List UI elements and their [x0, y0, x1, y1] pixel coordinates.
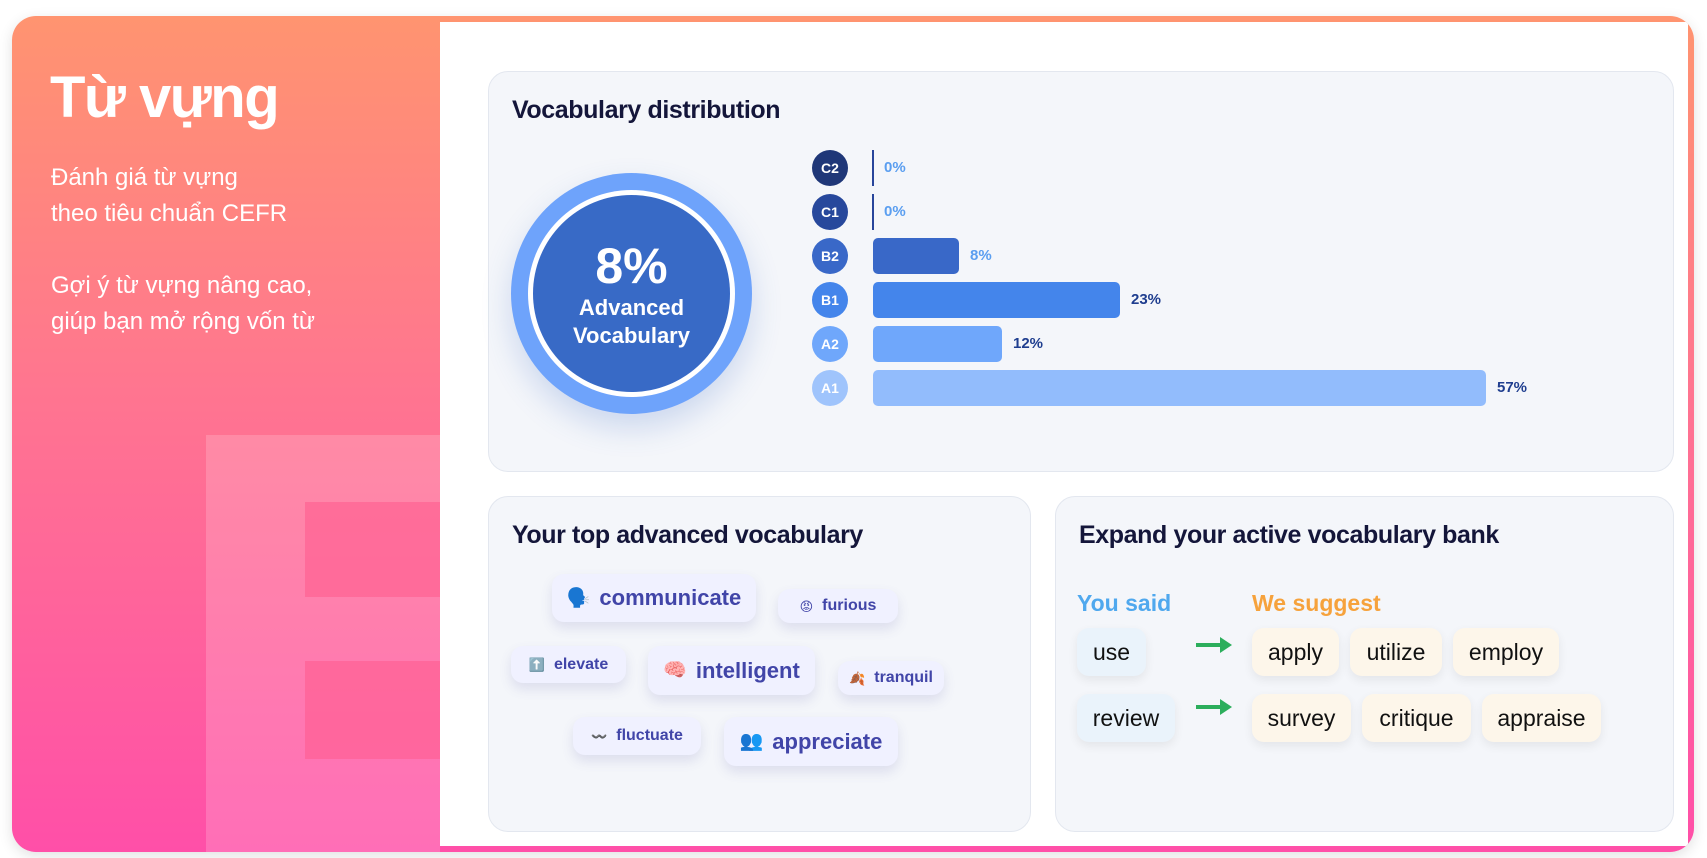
- people-icon: 👥: [739, 731, 764, 752]
- level-row-b1: B1 23%: [812, 282, 1612, 318]
- vocab-chip-furious[interactable]: 😡 furious: [778, 589, 898, 623]
- right-arrow-icon: [1196, 699, 1232, 715]
- vocab-chip-label: fluctuate: [616, 727, 683, 744]
- level-row-c2: C2 0%: [812, 150, 1612, 186]
- advanced-percentage: 8%: [595, 237, 668, 294]
- brain-icon: 🧠: [663, 660, 687, 681]
- suggested-word[interactable]: utilize: [1350, 628, 1442, 676]
- vocab-chip-communicate[interactable]: 🗣️ communicate: [552, 574, 756, 622]
- vocab-chip-tranquil[interactable]: 🍂 tranquil: [838, 661, 944, 695]
- sidebar-description-line: Gợi ý từ vựng nâng cao,: [51, 272, 313, 299]
- level-badge: A2: [812, 326, 848, 362]
- page-title: Từ vựng: [50, 65, 280, 130]
- level-row-b2: B2 8%: [812, 238, 1612, 274]
- angry-face-icon: 😡: [799, 598, 814, 614]
- expand-vocabulary-title: Expand your active vocabulary bank: [1079, 521, 1499, 549]
- vocabulary-distribution-card: Vocabulary distribution 8% Advanced Voca…: [488, 71, 1674, 472]
- sidebar-description-line: Đánh giá từ vựng: [51, 164, 238, 191]
- vocab-chip-label: communicate: [599, 585, 742, 610]
- level-badge: A1: [812, 370, 848, 406]
- you-said-heading: You said: [1077, 590, 1172, 616]
- we-suggest-heading: We suggest: [1252, 590, 1381, 616]
- suggested-word[interactable]: survey: [1252, 694, 1351, 742]
- right-arrow-icon: [1196, 637, 1232, 653]
- suggested-word[interactable]: critique: [1362, 694, 1471, 742]
- speaking-head-icon: 🗣️: [566, 587, 591, 609]
- level-row-c1: C1 0%: [812, 194, 1612, 230]
- sidebar-description-line: giúp bạn mở rộng vốn từ: [51, 308, 315, 335]
- sidebar-description-line: theo tiêu chuẩn CEFR: [51, 200, 288, 227]
- app-frame: Từ vựng Đánh giá từ vựng theo tiêu chuẩn…: [12, 16, 1694, 852]
- level-bar: [873, 326, 1002, 362]
- sidebar-description-suggest: Gợi ý từ vựng nâng cao, giúp bạn mở rộng…: [51, 268, 315, 340]
- top-vocabulary-card: Your top advanced vocabulary 🗣️ communica…: [488, 496, 1031, 832]
- vocab-chip-intelligent[interactable]: 🧠 intelligent: [648, 646, 815, 695]
- level-badge: B1: [812, 282, 848, 318]
- level-percentage: 8%: [970, 247, 992, 264]
- level-badge: C1: [812, 194, 848, 230]
- level-bar: [872, 194, 874, 230]
- vocab-chip-label: furious: [822, 597, 877, 614]
- top-vocabulary-title: Your top advanced vocabulary: [512, 521, 863, 549]
- sidebar-description-cefr: Đánh giá từ vựng theo tiêu chuẩn CEFR: [51, 160, 287, 232]
- suggested-word[interactable]: appraise: [1482, 694, 1601, 742]
- advanced-label: Advanced Vocabulary: [573, 294, 690, 348]
- vocab-chip-elevate[interactable]: ⬆️ elevate: [511, 646, 626, 683]
- level-bar: [873, 282, 1120, 318]
- level-bar: [873, 370, 1486, 406]
- advanced-vocabulary-donut: 8% Advanced Vocabulary: [511, 173, 752, 414]
- level-percentage: 23%: [1131, 291, 1162, 308]
- level-percentage: 57%: [1497, 379, 1528, 396]
- vocab-chip-label: intelligent: [695, 657, 800, 683]
- said-word: review: [1077, 694, 1175, 742]
- said-word: use: [1077, 628, 1146, 676]
- decorative-letter-e: [206, 435, 440, 852]
- level-percentage: 12%: [1013, 335, 1044, 352]
- vocab-chip-label: elevate: [553, 655, 609, 673]
- level-bar: [873, 238, 959, 274]
- level-row-a1: A1 57%: [812, 370, 1612, 406]
- fallen-leaf-icon: 🍂: [849, 670, 866, 686]
- up-arrow-icon: ⬆️: [528, 657, 545, 672]
- suggested-word[interactable]: employ: [1453, 628, 1559, 676]
- level-badge: B2: [812, 238, 848, 274]
- vocab-chip-label: tranquil: [874, 669, 933, 686]
- distribution-title: Vocabulary distribution: [512, 96, 781, 124]
- expand-vocabulary-card: Expand your active vocabulary bank You s…: [1055, 496, 1674, 832]
- level-percentage: 0%: [884, 159, 906, 176]
- level-bar: [872, 150, 874, 186]
- sidebar-panel: Từ vựng Đánh giá từ vựng theo tiêu chuẩn…: [12, 16, 440, 852]
- level-badge: C2: [812, 150, 848, 186]
- wavy-dash-icon: 〰️: [591, 728, 608, 744]
- main-content: Vocabulary distribution 8% Advanced Voca…: [440, 22, 1688, 846]
- level-row-a2: A2 12%: [812, 326, 1612, 362]
- suggested-word[interactable]: apply: [1252, 628, 1339, 676]
- vocab-chip-fluctuate[interactable]: 〰️ fluctuate: [573, 717, 701, 755]
- vocab-chip-appreciate[interactable]: 👥 appreciate: [724, 717, 898, 766]
- level-percentage: 0%: [884, 203, 906, 220]
- vocab-chip-label: appreciate: [772, 728, 883, 754]
